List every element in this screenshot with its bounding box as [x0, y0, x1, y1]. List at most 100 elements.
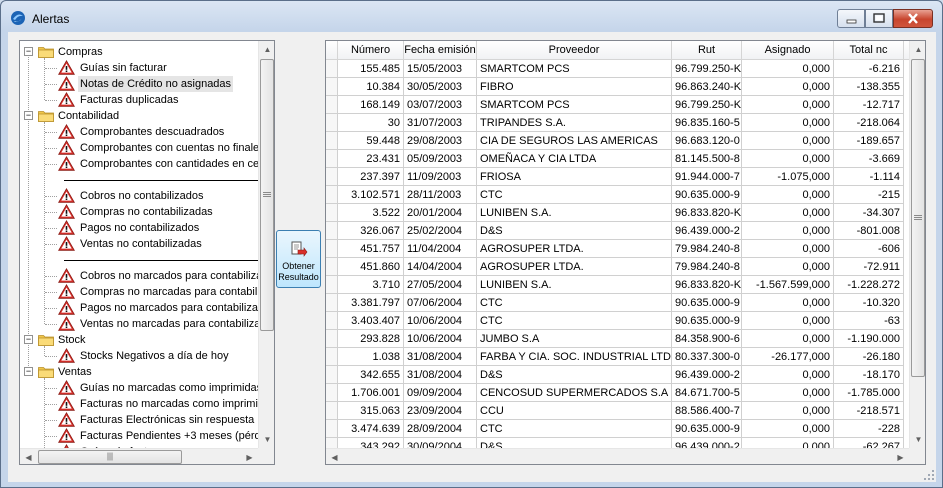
- cell-fecha-emision[interactable]: 11/09/2003: [404, 168, 477, 186]
- cell-fecha-emision[interactable]: 31/08/2004: [404, 348, 477, 366]
- scroll-right-arrow-icon[interactable]: ▶: [241, 449, 258, 464]
- tree-item-compras-no-marcadas-para-contabilizar[interactable]: Compras no marcadas para contabilizar: [58, 284, 258, 300]
- cell-asignado[interactable]: 0,000: [742, 114, 834, 132]
- cell-numero[interactable]: 3.710: [338, 276, 404, 294]
- cell-rut[interactable]: 88.586.400-7: [672, 402, 742, 420]
- close-button[interactable]: [893, 9, 933, 28]
- table-row[interactable]: 342.655 31/08/2004 D&S 96.439.000-2 0,000 -18…: [326, 366, 909, 384]
- cell-numero[interactable]: 1.706.001: [338, 384, 404, 402]
- cell-rut[interactable]: 96.833.820-K: [672, 276, 742, 294]
- tree-item-ventas-no-contabilizadas[interactable]: Ventas no contabilizadas: [58, 236, 258, 252]
- row-header[interactable]: [326, 312, 338, 330]
- cell-proveedor[interactable]: CIA DE SEGUROS LAS AMERICAS: [477, 132, 672, 150]
- collapse-icon[interactable]: −: [24, 367, 33, 376]
- tree-item-comprobantes-con-cantidades-en-cero[interactable]: Comprobantes con cantidades en cero: [58, 156, 258, 172]
- cell-rut[interactable]: 96.439.000-2: [672, 222, 742, 240]
- scroll-left-arrow-icon[interactable]: ◀: [20, 449, 37, 464]
- cell-fecha-emision[interactable]: 15/05/2003: [404, 60, 477, 78]
- cell-total-nc[interactable]: -228: [834, 420, 904, 438]
- cell-rut[interactable]: 90.635.000-9: [672, 294, 742, 312]
- table-row[interactable]: 3.522 20/01/2004 LUNIBEN S.A. 96.833.820-K 0…: [326, 204, 909, 222]
- cell-total-nc[interactable]: -606: [834, 240, 904, 258]
- cell-rut[interactable]: 79.984.240-8: [672, 258, 742, 276]
- row-header[interactable]: [326, 168, 338, 186]
- minimize-button[interactable]: [837, 9, 865, 28]
- cell-proveedor[interactable]: FRIOSA: [477, 168, 672, 186]
- column-header-total-nc[interactable]: Total nc: [834, 41, 904, 60]
- column-header-rut[interactable]: Rut: [672, 41, 742, 60]
- cell-numero[interactable]: 30: [338, 114, 404, 132]
- row-header[interactable]: [326, 222, 338, 240]
- tree-item-facturas-pendientes-3-meses-perdida[interactable]: Facturas Pendientes +3 meses (pérdida): [58, 428, 258, 444]
- tree-item-guias-sin-facturar[interactable]: Guías sin facturar: [58, 60, 258, 76]
- row-header[interactable]: [326, 186, 338, 204]
- maximize-button[interactable]: [865, 9, 893, 28]
- table-row[interactable]: 3.474.639 28/09/2004 CTC 90.635.000-9 0,000-…: [326, 420, 909, 438]
- cell-total-nc[interactable]: -34.307: [834, 204, 904, 222]
- table-row[interactable]: 3.403.407 10/06/2004 CTC 90.635.000-9 0,000-…: [326, 312, 909, 330]
- column-header-numero[interactable]: Número: [338, 41, 404, 60]
- cell-proveedor[interactable]: CCU: [477, 402, 672, 420]
- cell-fecha-emision[interactable]: 28/09/2004: [404, 420, 477, 438]
- cell-fecha-emision[interactable]: 07/06/2004: [404, 294, 477, 312]
- cell-fecha-emision[interactable]: 28/11/2003: [404, 186, 477, 204]
- cell-asignado[interactable]: 0,000: [742, 60, 834, 78]
- cell-numero[interactable]: 451.757: [338, 240, 404, 258]
- cell-fecha-emision[interactable]: 10/06/2004: [404, 330, 477, 348]
- cell-rut[interactable]: 80.337.300-0: [672, 348, 742, 366]
- table-row[interactable]: 3.102.571 28/11/2003 CTC 90.635.000-9 0,000-…: [326, 186, 909, 204]
- cell-proveedor[interactable]: D&S: [477, 366, 672, 384]
- cell-total-nc[interactable]: -1.785.000: [834, 384, 904, 402]
- cell-fecha-emision[interactable]: 11/04/2004: [404, 240, 477, 258]
- table-row[interactable]: 237.397 11/09/2003 FRIOSA 91.944.000-7 -1.07…: [326, 168, 909, 186]
- cell-total-nc[interactable]: -1.190.000: [834, 330, 904, 348]
- cell-total-nc[interactable]: -215: [834, 186, 904, 204]
- cell-numero[interactable]: 3.102.571: [338, 186, 404, 204]
- row-header[interactable]: [326, 348, 338, 366]
- row-header[interactable]: [326, 114, 338, 132]
- row-header[interactable]: [326, 204, 338, 222]
- row-header[interactable]: [326, 258, 338, 276]
- cell-numero[interactable]: 155.485: [338, 60, 404, 78]
- table-row[interactable]: 451.860 14/04/2004 AGROSUPER LTDA. 79.984.2…: [326, 258, 909, 276]
- cell-asignado[interactable]: 0,000: [742, 294, 834, 312]
- scroll-down-arrow-icon[interactable]: ▼: [259, 431, 274, 448]
- tree-vertical-scrollbar[interactable]: ▲ ▼: [258, 41, 274, 448]
- tree-group-ventas[interactable]: − Ventas: [20, 364, 258, 380]
- table-row[interactable]: 315.063 23/09/2004 CCU 88.586.400-7 0,000 -21…: [326, 402, 909, 420]
- table-row[interactable]: 3.710 27/05/2004 LUNIBEN S.A. 96.833.820-K -…: [326, 276, 909, 294]
- cell-fecha-emision[interactable]: 10/06/2004: [404, 312, 477, 330]
- cell-fecha-emision[interactable]: 31/08/2004: [404, 366, 477, 384]
- cell-numero[interactable]: 23.431: [338, 150, 404, 168]
- table-row[interactable]: 1.706.001 09/09/2004 CENCOSUD SUPERMERCADO…: [326, 384, 909, 402]
- table-row[interactable]: 155.485 15/05/2003 SMARTCOM PCS 96.799.250-…: [326, 60, 909, 78]
- collapse-icon[interactable]: −: [24, 111, 33, 120]
- cell-rut[interactable]: 79.984.240-8: [672, 240, 742, 258]
- cell-numero[interactable]: 168.149: [338, 96, 404, 114]
- cell-fecha-emision[interactable]: 31/07/2003: [404, 114, 477, 132]
- cell-asignado[interactable]: -26.177,000: [742, 348, 834, 366]
- cell-rut[interactable]: 90.635.000-9: [672, 420, 742, 438]
- cell-fecha-emision[interactable]: 05/09/2003: [404, 150, 477, 168]
- cell-total-nc[interactable]: -218.571: [834, 402, 904, 420]
- cell-proveedor[interactable]: CTC: [477, 420, 672, 438]
- cell-fecha-emision[interactable]: 30/05/2003: [404, 78, 477, 96]
- cell-numero[interactable]: 59.448: [338, 132, 404, 150]
- scroll-right-arrow-icon[interactable]: ▶: [892, 449, 909, 464]
- cell-rut[interactable]: 84.671.700-5: [672, 384, 742, 402]
- row-header[interactable]: [326, 330, 338, 348]
- cell-numero[interactable]: 293.828: [338, 330, 404, 348]
- cell-asignado[interactable]: -1.075,000: [742, 168, 834, 186]
- cell-asignado[interactable]: 0,000: [742, 186, 834, 204]
- column-header-fecha-emision[interactable]: Fecha emisión: [404, 41, 477, 60]
- cell-numero[interactable]: 10.384: [338, 78, 404, 96]
- cell-total-nc[interactable]: -72.911: [834, 258, 904, 276]
- cell-rut[interactable]: 96.799.250-K: [672, 60, 742, 78]
- cell-numero[interactable]: 315.063: [338, 402, 404, 420]
- cell-asignado[interactable]: 0,000: [742, 330, 834, 348]
- tree-item-notas-de-credito-no-asignadas[interactable]: Notas de Crédito no asignadas: [58, 76, 258, 92]
- cell-total-nc[interactable]: -18.170: [834, 366, 904, 384]
- table-row[interactable]: 168.149 03/07/2003 SMARTCOM PCS 96.799.250-…: [326, 96, 909, 114]
- table-row[interactable]: 59.448 29/08/2003 CIA DE SEGUROS LAS AMERI…: [326, 132, 909, 150]
- cell-asignado[interactable]: 0,000: [742, 96, 834, 114]
